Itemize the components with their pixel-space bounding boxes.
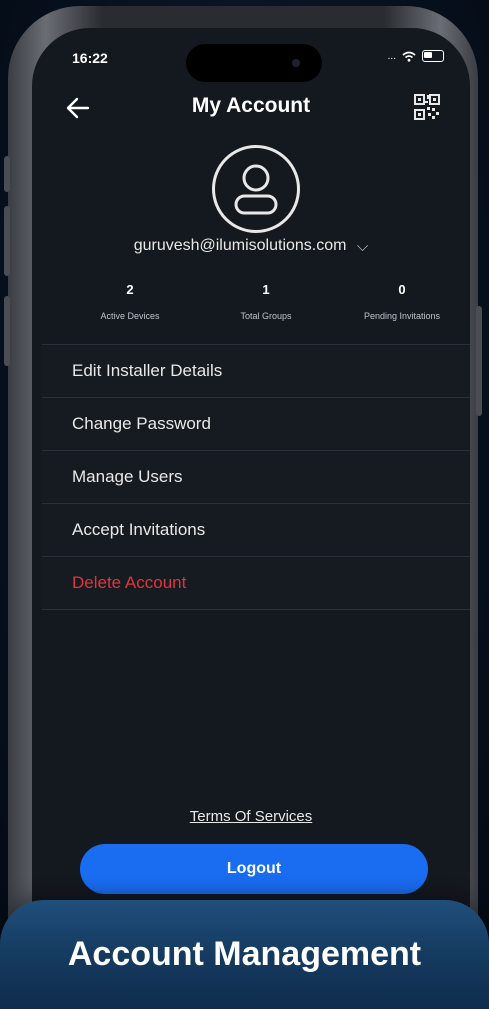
- stat-label: Active Devices: [100, 311, 160, 321]
- stat-value: 1: [262, 282, 270, 297]
- qr-code-icon[interactable]: [414, 94, 440, 120]
- status-icons: ...: [388, 50, 444, 62]
- page-title: My Account: [191, 94, 311, 117]
- status-time: 16:22: [72, 50, 108, 66]
- stat-value: 2: [126, 282, 134, 297]
- volume-up-button: [4, 206, 10, 276]
- menu-divider: [42, 609, 470, 610]
- phone-frame: 16:22 ... My Account guruvesh@ilumisolut…: [4, 6, 482, 1006]
- user-avatar-icon[interactable]: [212, 145, 300, 233]
- account-menu: Edit Installer Details Change Password M…: [42, 344, 470, 610]
- stat-label: Pending Invitations: [363, 311, 441, 321]
- dynamic-island: [186, 44, 322, 82]
- terms-of-services-link[interactable]: Terms Of Services: [32, 808, 470, 825]
- signal-icon: ...: [387, 50, 396, 62]
- volume-down-button: [4, 296, 10, 366]
- battery-icon: [422, 50, 444, 62]
- menu-item-change-password[interactable]: Change Password: [42, 397, 470, 450]
- logout-button[interactable]: Logout: [80, 844, 428, 894]
- stat-pending-invitations: 0 Pending Invitations: [334, 282, 470, 321]
- menu-item-accept-invitations[interactable]: Accept Invitations: [42, 503, 470, 556]
- account-stats: 2 Active Devices 1 Total Groups 0 Pendin…: [62, 282, 470, 321]
- chevron-down-icon: ⌵: [356, 237, 369, 255]
- wifi-icon: [402, 51, 416, 62]
- camera-dot: [292, 59, 300, 67]
- stat-total-groups: 1 Total Groups: [198, 282, 334, 321]
- stat-active-devices: 2 Active Devices: [62, 282, 198, 321]
- action-button: [4, 156, 10, 192]
- account-email-selector[interactable]: guruvesh@ilumisolutions.com ⌵: [32, 237, 470, 255]
- power-button: [476, 306, 482, 416]
- app-header: My Account: [32, 88, 470, 128]
- menu-item-manage-users[interactable]: Manage Users: [42, 450, 470, 503]
- account-email: guruvesh@ilumisolutions.com: [133, 237, 347, 254]
- app-screen: 16:22 ... My Account guruvesh@ilumisolut…: [32, 28, 470, 1006]
- menu-item-delete-account[interactable]: Delete Account: [42, 556, 470, 609]
- menu-item-edit-installer-details[interactable]: Edit Installer Details: [42, 344, 470, 397]
- stat-label: Total Groups: [240, 311, 292, 321]
- feature-banner: Account Management: [0, 900, 489, 1009]
- stat-value: 0: [398, 282, 406, 297]
